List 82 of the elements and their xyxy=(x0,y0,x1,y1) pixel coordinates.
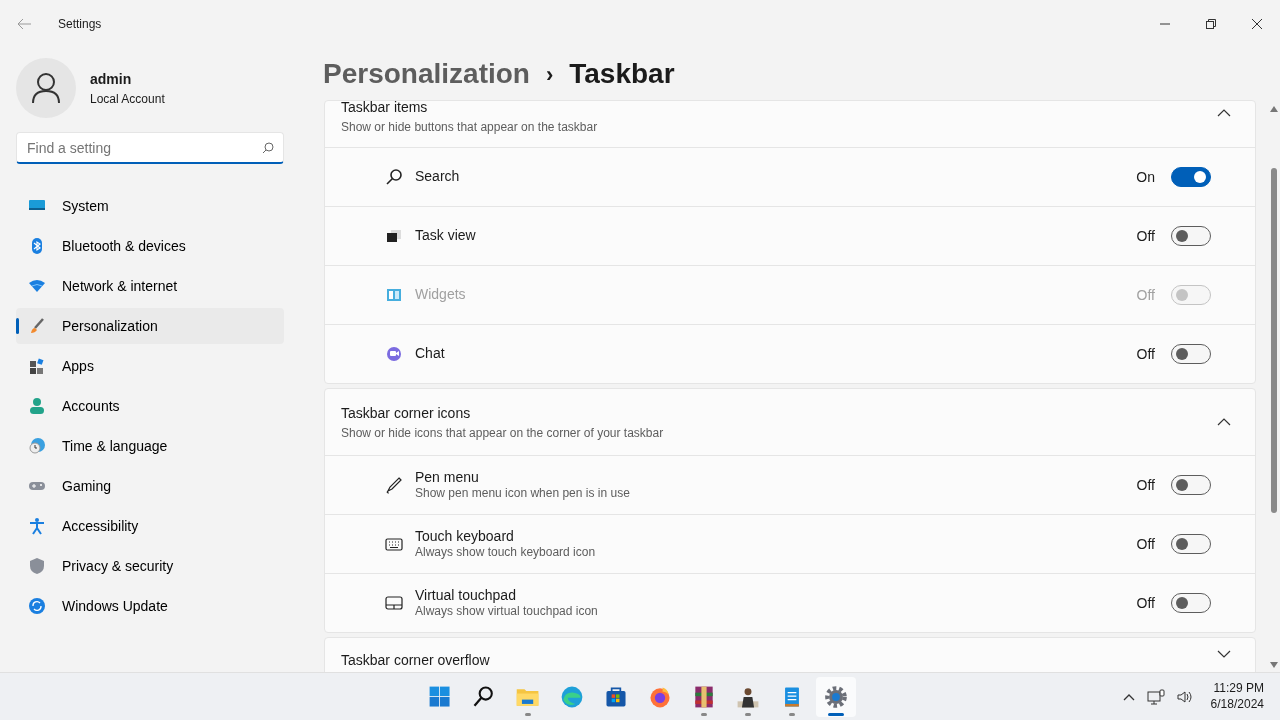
clock-date[interactable]: 6/18/2024 xyxy=(1210,696,1264,713)
toggle-switch[interactable] xyxy=(1171,226,1211,246)
chevron-up-icon[interactable] xyxy=(1217,418,1231,426)
sidebar-item[interactable]: Apps xyxy=(16,348,284,384)
search-icon xyxy=(385,168,403,186)
chevron-up-icon[interactable] xyxy=(1217,109,1231,117)
shield-icon xyxy=(28,557,46,575)
globe-clock-icon xyxy=(28,437,46,455)
sidebar-item[interactable]: Gaming xyxy=(16,468,284,504)
section-title: Taskbar corner overflow xyxy=(341,651,490,670)
sidebar-item[interactable]: Privacy & security xyxy=(16,548,284,584)
search-icon xyxy=(262,142,274,154)
breadcrumb-separator: › xyxy=(545,60,554,89)
sidebar-item[interactable]: System xyxy=(16,188,284,224)
widgets-icon xyxy=(385,286,403,304)
window-title: Settings xyxy=(58,16,102,33)
pen-icon xyxy=(385,476,403,494)
keyboard-icon xyxy=(385,535,403,553)
toggle-state: Off xyxy=(1136,475,1155,495)
setting-label: Chat xyxy=(415,345,445,363)
toggle-switch[interactable] xyxy=(1171,167,1211,187)
search-field[interactable]: Find a setting xyxy=(16,132,284,164)
setting-label: Virtual touchpad xyxy=(415,586,517,605)
toggle-switch[interactable] xyxy=(1171,475,1211,495)
setting-label: Search xyxy=(415,168,460,186)
gear-icon xyxy=(823,683,849,710)
speaker-icon[interactable] xyxy=(1176,689,1193,704)
network-icon[interactable] xyxy=(1146,688,1165,705)
chat-icon xyxy=(385,345,403,363)
setting-label: Task view xyxy=(415,227,476,245)
accessibility-icon xyxy=(28,517,46,535)
toggle-switch[interactable] xyxy=(1171,344,1211,364)
chevron-down-icon[interactable] xyxy=(1217,650,1231,658)
running-indicator xyxy=(701,712,707,716)
toggle-state: Off xyxy=(1136,226,1155,246)
person-icon xyxy=(31,72,61,104)
toggle-state: Off xyxy=(1136,534,1155,554)
running-indicator xyxy=(745,712,751,716)
setting-description: Show pen menu icon when pen is in use xyxy=(415,486,630,502)
toggle-state: Off xyxy=(1136,285,1155,305)
page-title: Taskbar xyxy=(569,57,675,91)
toggle-switch[interactable] xyxy=(1171,534,1211,554)
toggle-switch[interactable] xyxy=(1171,593,1211,613)
account-type: Local Account xyxy=(90,90,165,108)
section-description: Show or hide buttons that appear on the taskbar xyxy=(341,119,598,136)
sidebar-item[interactable]: Network & internet xyxy=(16,268,284,304)
running-indicator xyxy=(789,712,795,716)
setting-label: Touch keyboard xyxy=(415,527,515,546)
sidebar-item[interactable]: Personalization xyxy=(16,308,284,344)
toggle-state: On xyxy=(1136,167,1155,187)
touchpad-icon xyxy=(385,594,403,612)
person-icon xyxy=(28,397,46,415)
running-indicator xyxy=(828,712,844,716)
sidebar-item[interactable]: Bluetooth & devices xyxy=(16,228,284,264)
restore-icon xyxy=(1206,19,1216,29)
breadcrumb-link[interactable]: Personalization xyxy=(323,53,530,95)
back-icon[interactable] xyxy=(16,18,32,30)
sidebar-item[interactable]: Accounts xyxy=(16,388,284,424)
taskbar-app[interactable] xyxy=(816,676,856,717)
setting-description: Always show virtual touchpad icon xyxy=(415,604,598,620)
task-view-icon xyxy=(385,227,403,245)
toggle-state: Off xyxy=(1136,344,1155,364)
scroll-up-icon[interactable] xyxy=(1270,106,1278,112)
close-icon xyxy=(1252,19,1262,29)
paintbrush-icon xyxy=(28,317,46,335)
chevron-up-icon[interactable] xyxy=(1122,692,1135,701)
running-indicator xyxy=(525,712,531,716)
toggle-state: Off xyxy=(1136,593,1155,613)
sync-icon xyxy=(28,597,46,615)
account-name: admin xyxy=(90,69,133,89)
apps-icon xyxy=(28,357,46,375)
setting-description: Always show touch keyboard icon xyxy=(415,545,596,561)
sidebar-item[interactable]: Time & language xyxy=(16,428,284,464)
setting-label: Pen menu xyxy=(415,468,480,487)
sidebar-item[interactable]: Windows Update xyxy=(16,588,284,624)
setting-label: Widgets xyxy=(415,286,466,304)
sidebar-item[interactable]: Accessibility xyxy=(16,508,284,544)
section-title: Taskbar corner icons xyxy=(341,403,472,423)
clock-time[interactable]: 11:29 PM xyxy=(1213,680,1264,697)
scroll-down-icon[interactable] xyxy=(1270,662,1278,668)
section-title: Taskbar items xyxy=(341,100,429,117)
section-description: Show or hide icons that appear on the corner of your taskbar xyxy=(341,424,664,442)
